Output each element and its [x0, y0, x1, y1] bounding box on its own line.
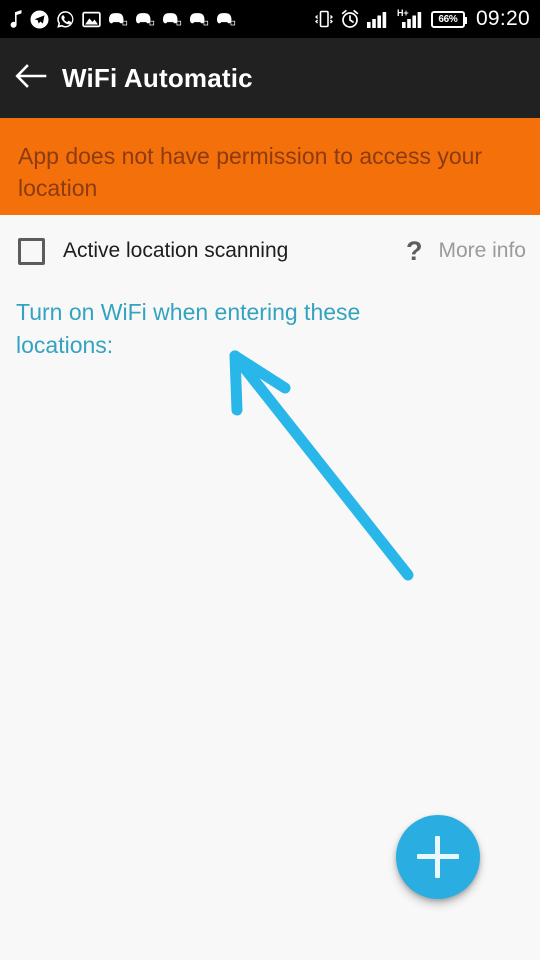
discord-icon-4 [189, 11, 209, 27]
battery-percent-label: 66% [438, 13, 458, 25]
back-button[interactable] [0, 38, 62, 118]
telegram-icon [30, 9, 49, 29]
signal-bars-icon [366, 10, 389, 28]
vibrate-icon [314, 9, 333, 29]
whatsapp-icon [56, 10, 75, 29]
alarm-clock-icon [340, 9, 360, 29]
discord-icon-5 [216, 11, 236, 27]
locations-list [0, 380, 540, 810]
permission-warning-text: App does not have permission to access y… [18, 143, 483, 201]
status-bar-clock: 09:20 [475, 7, 530, 30]
locations-heading: Turn on WiFi when entering these locatio… [16, 299, 361, 358]
active-location-scanning-row: Active location scanning ? More info [0, 215, 540, 287]
status-bar-notification-icons [10, 9, 236, 29]
hplus-signal-icon: H+ [396, 8, 424, 28]
page-title: WiFi Automatic [62, 62, 253, 93]
music-note-icon [10, 10, 23, 28]
discord-icon-1 [108, 11, 128, 27]
question-mark-icon: ? [405, 235, 423, 266]
discord-icon-2 [135, 11, 155, 27]
active-location-scanning-checkbox[interactable] [18, 237, 45, 265]
active-location-scanning-label: Active location scanning [63, 239, 289, 262]
status-bar-system-icons: H+ 66% 09:20 [314, 7, 530, 31]
more-info-label: More info [438, 239, 526, 262]
back-arrow-icon [15, 63, 47, 94]
app-bar: WiFi Automatic [0, 38, 540, 118]
phone-screen: H+ 66% 09:20 WiFi Automatic App does not… [0, 0, 540, 960]
permission-warning-banner[interactable]: App does not have permission to access y… [0, 118, 540, 215]
more-info-button[interactable]: ? More info [405, 235, 526, 266]
photo-image-icon [82, 10, 101, 29]
network-type-label: H+ [396, 8, 409, 18]
plus-icon [417, 836, 459, 878]
add-location-fab[interactable] [396, 815, 480, 899]
status-bar: H+ 66% 09:20 [0, 0, 540, 38]
battery-icon: 66% [430, 10, 467, 28]
discord-icon-3 [162, 11, 182, 27]
